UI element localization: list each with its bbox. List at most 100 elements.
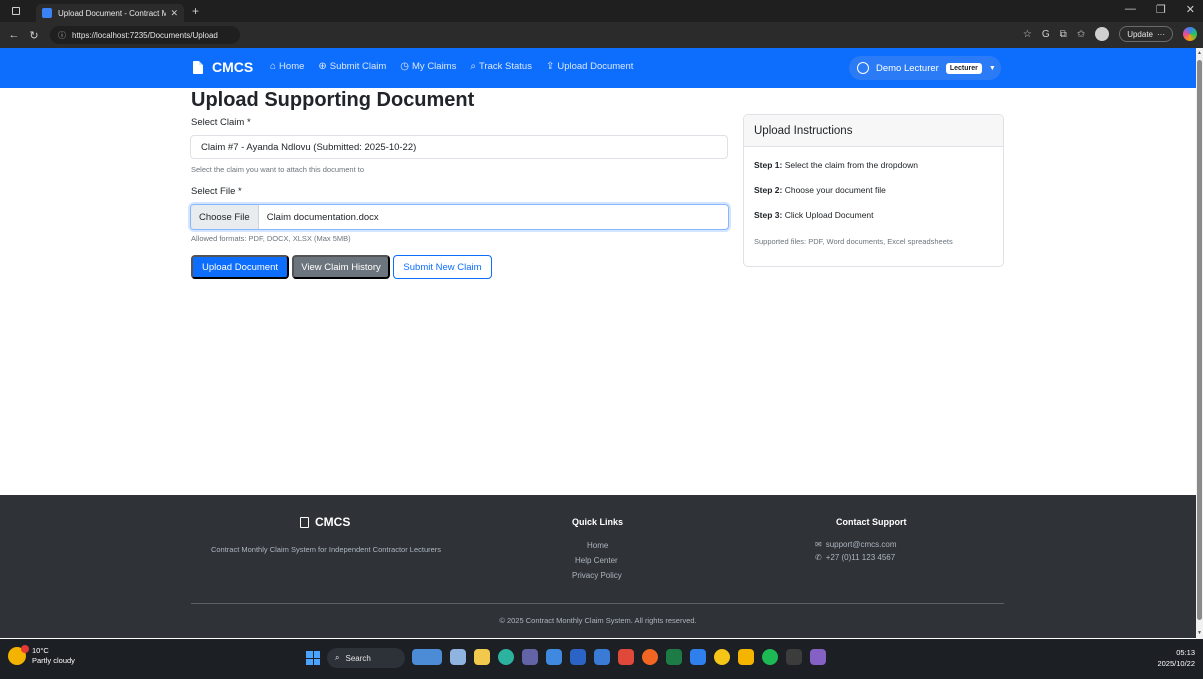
scroll-down-icon[interactable]: ▼ [1196, 630, 1203, 636]
weather-widget[interactable]: 10°C Partly cloudy [8, 645, 75, 666]
footer-description: Contract Monthly Claim System for Indepe… [210, 545, 442, 554]
footer-link-privacy-policy[interactable]: Privacy Policy [572, 571, 622, 580]
claim-select[interactable]: Claim #7 - Ayanda Ndlovu (Submitted: 202… [190, 135, 728, 159]
back-icon[interactable]: ← [8, 29, 20, 41]
plus-circle-icon: ⊕ [318, 61, 327, 72]
new-tab-icon[interactable]: + [192, 4, 199, 18]
nav-home[interactable]: ⌂ Home [270, 61, 304, 72]
support-phone[interactable]: ✆ +27 (0)11 123 4567 [815, 553, 895, 562]
tab-favicon-icon [42, 8, 52, 18]
nav-track-status[interactable]: ⌕ Track Status [470, 61, 532, 72]
document-icon [300, 516, 309, 528]
instructions-title: Upload Instructions [744, 115, 1003, 147]
claim-label: Select Claim * [191, 117, 251, 128]
terminal-icon[interactable] [786, 649, 802, 665]
document-icon [193, 60, 203, 74]
update-label: Update [1127, 29, 1153, 39]
submit-new-claim-button[interactable]: Submit New Claim [393, 255, 492, 279]
url-text: https://localhost:7235/Documents/Upload [72, 30, 218, 40]
upload-document-button[interactable]: Upload Document [191, 255, 289, 279]
file-explorer-icon[interactable] [474, 649, 490, 665]
support-phone-text: +27 (0)11 123 4567 [825, 553, 896, 562]
footer-link-help-center[interactable]: Help Center [575, 556, 618, 565]
nav-upload-document[interactable]: ⇪ Upload Document [546, 61, 633, 72]
copilot-app-icon[interactable] [546, 649, 562, 665]
window-controls: — ❐ ✕ [1125, 3, 1195, 16]
scroll-up-icon[interactable]: ▲ [1196, 50, 1203, 56]
nav-upload-document-label: Upload Document [557, 61, 634, 72]
word-icon[interactable] [570, 649, 586, 665]
view-claim-history-button[interactable]: View Claim History [292, 255, 390, 279]
update-button[interactable]: Update ··· [1119, 26, 1173, 42]
step-2-label: Step 2: [754, 185, 783, 195]
page-scrollbar[interactable]: ▲ ▼ [1196, 48, 1203, 639]
footer-divider [191, 603, 1004, 604]
claim-help-text: Select the claim you want to attach this… [191, 165, 365, 174]
nav-my-claims[interactable]: ◷ My Claims [400, 61, 456, 72]
selected-file-name: Claim documentation.docx [266, 211, 379, 223]
user-menu[interactable]: Demo Lecturer Lecturer ▼ [849, 56, 1001, 80]
instructions-card: Upload Instructions Step 1: Select the c… [743, 114, 1004, 267]
footer-link-home[interactable]: Home [587, 541, 608, 550]
windows-taskbar: 10°C Partly cloudy ⌕ Search 05:13 2025/1… [0, 639, 1203, 679]
nav-links: ⌂ Home ⊕ Submit Claim ◷ My Claims ⌕ Trac… [270, 61, 633, 72]
edge-icon[interactable] [498, 649, 514, 665]
step-3-label: Step 3: [754, 210, 783, 220]
windows-start-icon[interactable] [306, 651, 320, 665]
profile-avatar[interactable] [1095, 27, 1110, 41]
extension-icon[interactable]: G [1042, 29, 1050, 40]
supported-files-note: Supported files: PDF, Word documents, Ex… [754, 237, 953, 246]
favorites-icon[interactable]: ✩ [1077, 29, 1085, 40]
lms-icon[interactable] [690, 649, 706, 665]
clock-time: 05:13 [1176, 648, 1195, 657]
split-screen-icon[interactable]: ⧉ [1060, 29, 1067, 40]
step-2-text: Choose your document file [782, 185, 886, 195]
excel-icon[interactable] [666, 649, 682, 665]
tab-actions-icon[interactable] [12, 7, 20, 15]
favorite-star-icon[interactable]: ☆ [1023, 29, 1032, 40]
url-field[interactable]: ⓘ https://localhost:7235/Documents/Uploa… [50, 26, 240, 44]
search-icon: ⌕ [470, 61, 476, 72]
minimize-icon[interactable]: — [1125, 3, 1136, 16]
user-icon [857, 62, 869, 74]
brand-link[interactable]: CMCS [193, 59, 253, 75]
choose-file-button[interactable]: Choose File [191, 205, 259, 229]
envelope-icon: ✉ [815, 540, 822, 549]
browser-tab[interactable]: Upload Document - Contract Mo... ✕ [36, 4, 184, 22]
spotify-icon[interactable] [762, 649, 778, 665]
teams-icon[interactable] [522, 649, 538, 665]
site-info-icon[interactable]: ⓘ [58, 30, 66, 41]
page-title: Upload Supporting Document [191, 89, 475, 111]
widgets-icon[interactable] [412, 649, 442, 665]
system-clock[interactable]: 05:13 2025/10/22 [1157, 647, 1195, 669]
app-icon[interactable] [618, 649, 634, 665]
notes-icon[interactable] [738, 649, 754, 665]
instruction-step-1: Step 1: Select the claim from the dropdo… [754, 160, 918, 170]
visual-studio-icon[interactable] [810, 649, 826, 665]
refresh-icon[interactable]: ↻ [28, 29, 40, 42]
notification-app-icon[interactable] [714, 649, 730, 665]
taskbar-search[interactable]: ⌕ Search [327, 648, 405, 668]
restore-icon[interactable]: ❐ [1156, 3, 1166, 16]
contact-support-title: Contact Support [836, 517, 907, 527]
copilot-icon[interactable] [1183, 27, 1197, 41]
pinned-apps [412, 649, 826, 665]
scrollbar-thumb[interactable] [1197, 60, 1202, 620]
phone-icon: ✆ [815, 553, 822, 562]
role-badge: Lecturer [945, 62, 982, 74]
footer-brand: CMCS [300, 515, 350, 529]
nav-submit-claim[interactable]: ⊕ Submit Claim [318, 61, 386, 72]
file-label: Select File * [191, 186, 242, 197]
step-3-text: Click Upload Document [782, 210, 874, 220]
upload-icon: ⇪ [545, 61, 555, 72]
tab-close-icon[interactable]: ✕ [170, 8, 178, 19]
tab-title: Upload Document - Contract Mo... [58, 8, 167, 18]
browser-tab-bar: Upload Document - Contract Mo... ✕ + — ❐… [0, 0, 1203, 22]
instruction-step-3: Step 3: Click Upload Document [754, 210, 874, 220]
support-email[interactable]: ✉ support@cmcs.com [815, 540, 897, 549]
store-icon[interactable] [594, 649, 610, 665]
close-window-icon[interactable]: ✕ [1186, 3, 1195, 16]
task-view-icon[interactable] [450, 649, 466, 665]
browser-app-icon[interactable] [642, 649, 658, 665]
file-input[interactable]: Choose File Claim documentation.docx [190, 204, 729, 230]
